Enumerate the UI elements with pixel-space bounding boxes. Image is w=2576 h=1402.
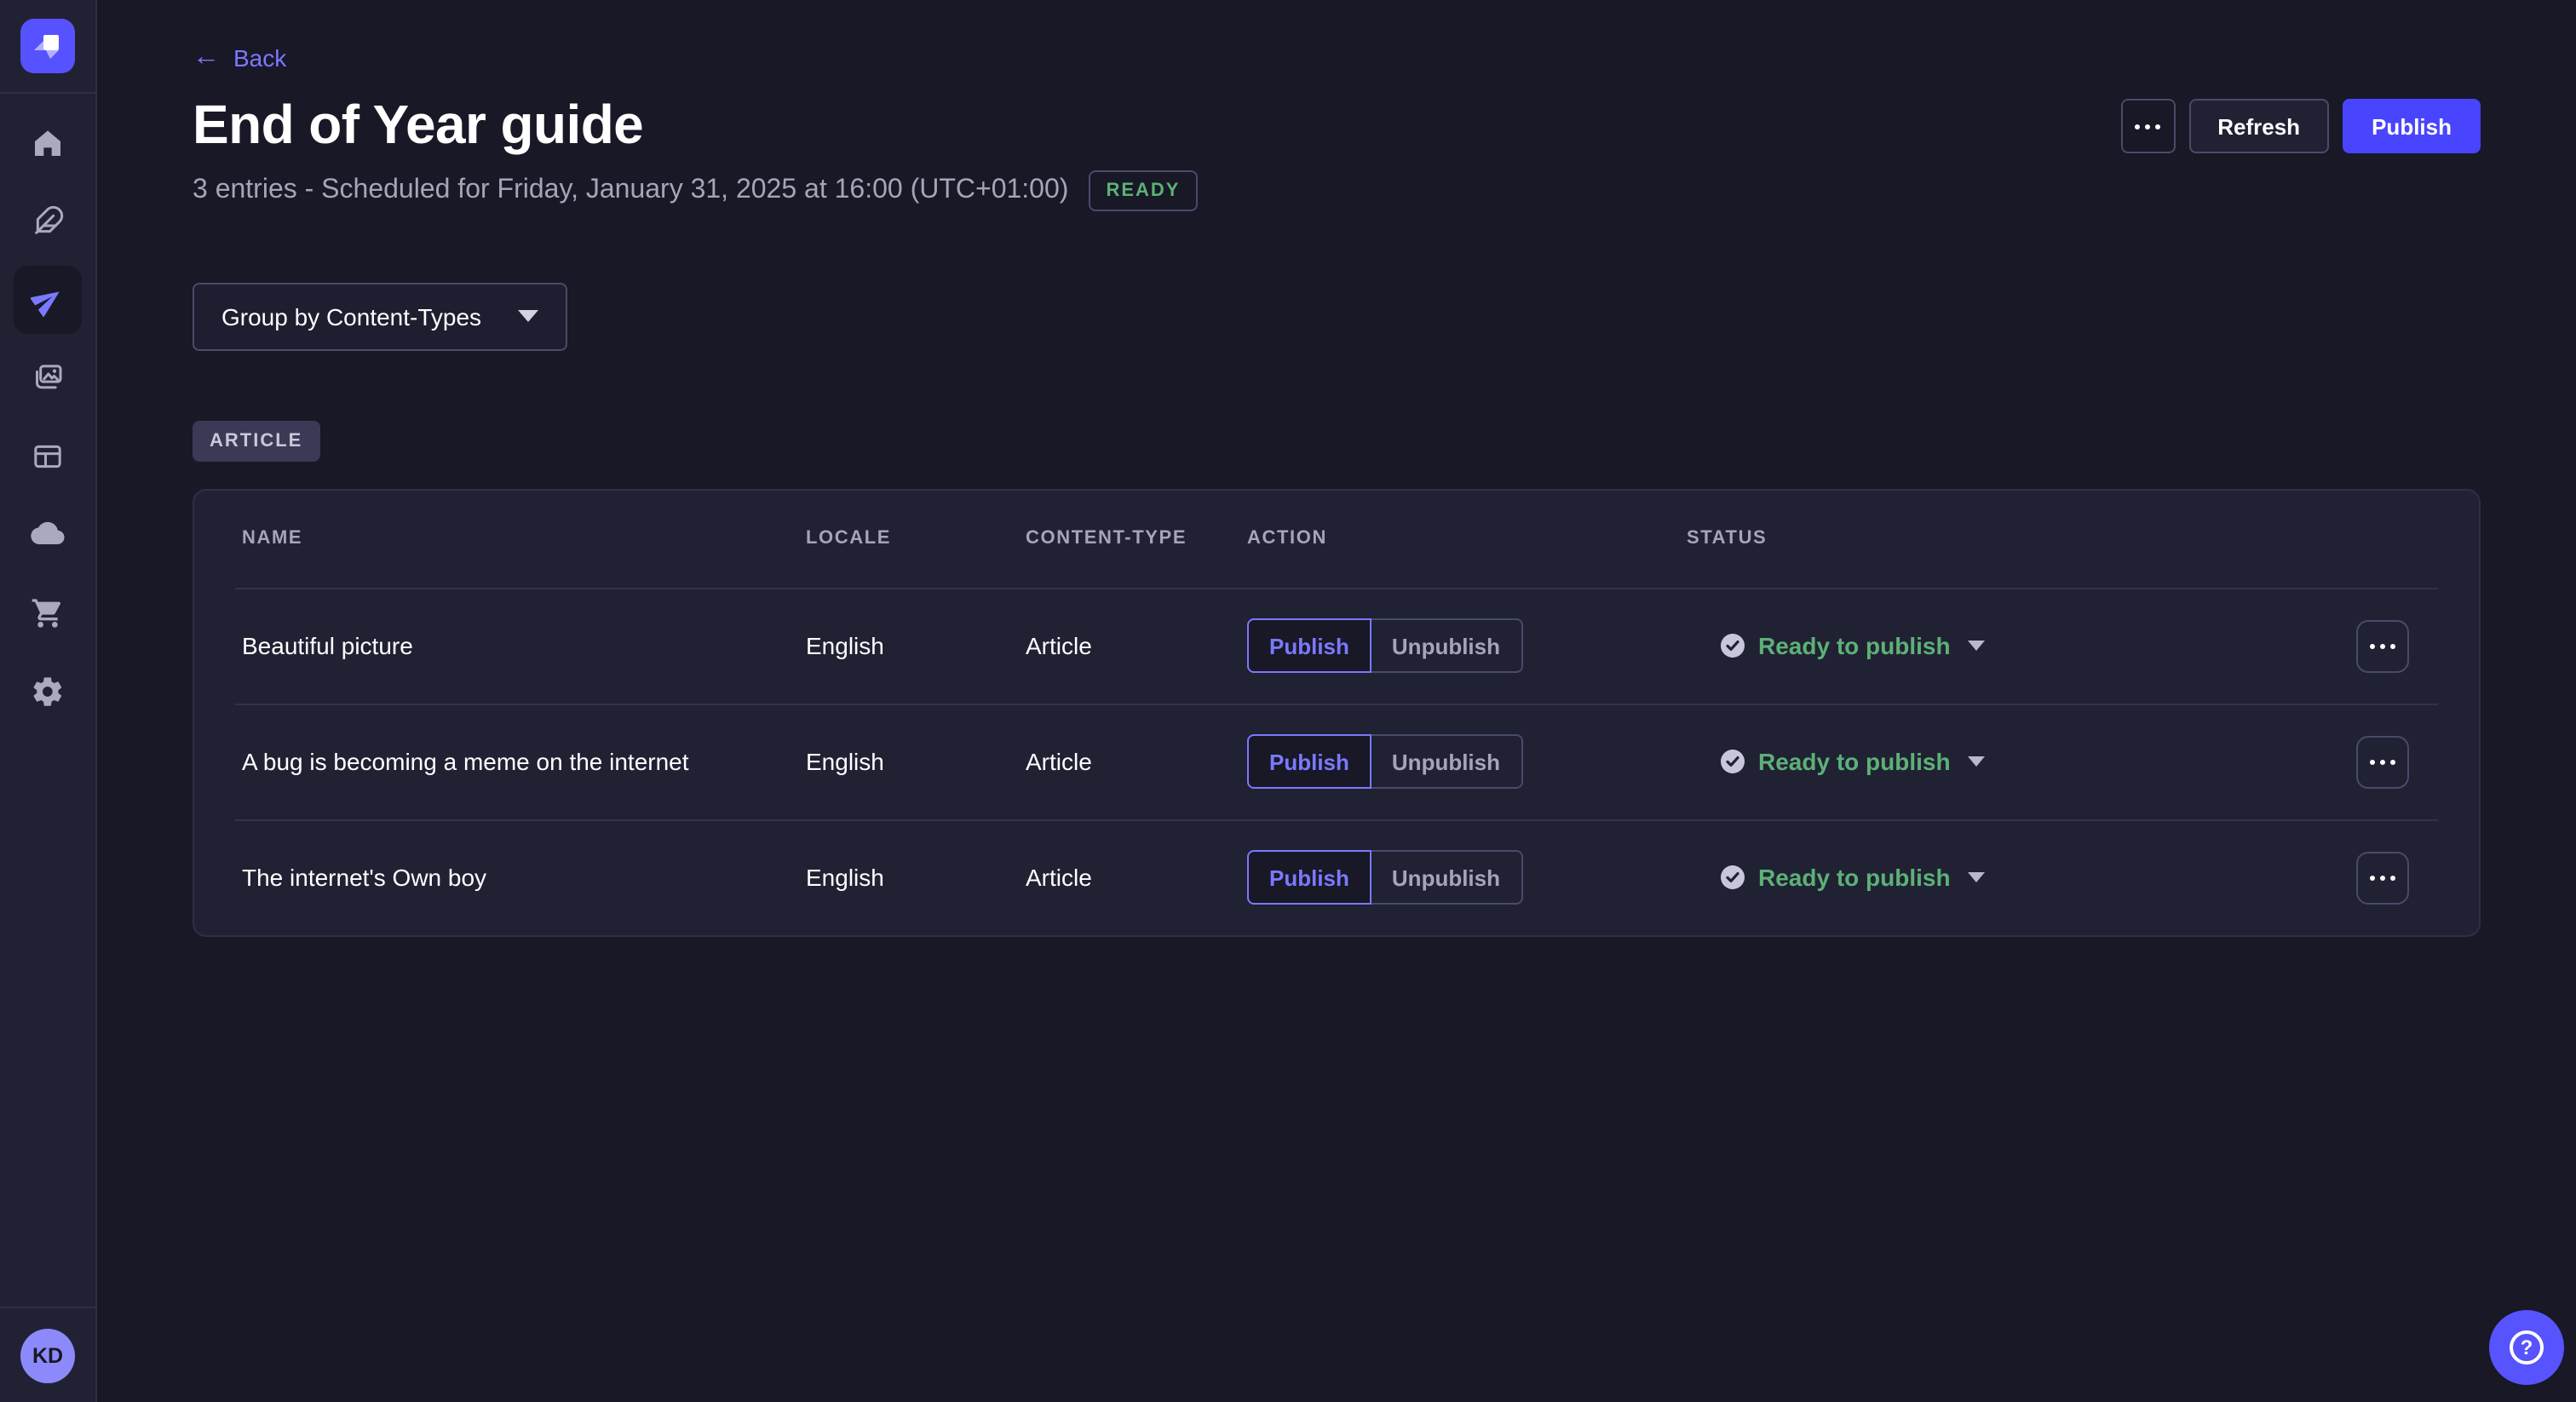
refresh-button[interactable]: Refresh xyxy=(2188,99,2329,153)
entry-action-cell: Publish Unpublish xyxy=(1247,619,1687,674)
more-options-icon xyxy=(2370,760,2395,765)
check-circle-icon xyxy=(1721,750,1745,774)
releases-icon xyxy=(31,283,65,317)
entry-status-dropdown[interactable]: Ready to publish xyxy=(1687,749,1985,776)
column-header-name: NAME xyxy=(235,529,806,549)
entry-content-type: Article xyxy=(1026,749,1247,776)
table-row: Beautiful picture English Article Publis… xyxy=(235,588,2438,704)
sidebar-nav xyxy=(14,94,82,726)
entry-locale: English xyxy=(806,749,1026,776)
help-button[interactable]: ? xyxy=(2489,1310,2564,1385)
column-header-action: ACTION xyxy=(1247,529,1687,549)
row-more-button[interactable] xyxy=(2356,736,2409,789)
back-row: ← Back xyxy=(193,0,2481,73)
logo-area xyxy=(0,0,95,94)
media-library-icon xyxy=(31,361,65,395)
sidebar-footer: KD xyxy=(0,1307,95,1402)
marketplace-icon xyxy=(31,596,65,630)
chevron-down-icon xyxy=(1968,641,1985,652)
entry-action-cell: Publish Unpublish xyxy=(1247,851,1687,905)
settings-icon xyxy=(31,675,65,709)
column-header-content-type: CONTENT-TYPE xyxy=(1026,529,1247,549)
entry-action-cell: Publish Unpublish xyxy=(1247,735,1687,790)
entries-table-panel: NAME LOCALE CONTENT-TYPE ACTION STATUS B… xyxy=(193,489,2481,937)
ready-status-badge: READY xyxy=(1089,170,1197,211)
main-content: ← Back End of Year guide Refresh Publish… xyxy=(97,0,2576,1402)
user-avatar[interactable]: KD xyxy=(20,1328,75,1382)
subtitle-row: 3 entries - Scheduled for Friday, Januar… xyxy=(193,170,2481,211)
strapi-logo-icon[interactable] xyxy=(20,19,75,73)
group-by-select[interactable]: Group by Content-Types xyxy=(193,283,567,351)
row-publish-button[interactable]: Publish xyxy=(1247,619,1371,674)
entry-status-label: Ready to publish xyxy=(1758,865,1951,892)
entry-content-type: Article xyxy=(1026,865,1247,892)
entry-name: The internet's Own boy xyxy=(235,865,806,892)
back-label: Back xyxy=(233,44,286,72)
row-more-button[interactable] xyxy=(2356,852,2409,905)
sidebar-item-marketplace[interactable] xyxy=(14,579,82,647)
back-link[interactable]: ← Back xyxy=(193,44,286,72)
publish-release-button[interactable]: Publish xyxy=(2343,99,2481,153)
help-icon: ? xyxy=(2510,1330,2544,1365)
column-header-status: STATUS xyxy=(1687,529,2356,549)
chevron-down-icon xyxy=(1968,757,1985,767)
entry-status-label: Ready to publish xyxy=(1758,749,1951,776)
row-publish-button[interactable]: Publish xyxy=(1247,735,1371,790)
entry-locale: English xyxy=(806,865,1026,892)
page-title: End of Year guide xyxy=(193,94,643,157)
row-unpublish-button[interactable]: Unpublish xyxy=(1371,619,1522,674)
app-window: KD ← Back End of Year guide Refresh Publ… xyxy=(0,0,2576,1402)
sidebar-item-media-library[interactable] xyxy=(14,344,82,412)
entry-content-type: Article xyxy=(1026,633,1247,660)
more-options-icon xyxy=(2370,644,2395,649)
entry-status-dropdown[interactable]: Ready to publish xyxy=(1687,633,1985,660)
entry-status-dropdown[interactable]: Ready to publish xyxy=(1687,865,1985,892)
more-options-icon xyxy=(2135,124,2160,129)
row-unpublish-button[interactable]: Unpublish xyxy=(1371,735,1522,790)
group-by-value: Group by Content-Types xyxy=(221,303,481,330)
cloud-icon xyxy=(31,518,65,552)
row-unpublish-button[interactable]: Unpublish xyxy=(1371,851,1522,905)
sidebar-item-settings[interactable] xyxy=(14,658,82,726)
entry-name: A bug is becoming a meme on the internet xyxy=(235,749,806,776)
back-arrow-icon: ← xyxy=(193,44,220,72)
row-more-button[interactable] xyxy=(2356,620,2409,673)
sidebar-item-cloud[interactable] xyxy=(14,501,82,569)
title-row: End of Year guide Refresh Publish xyxy=(193,94,2481,157)
check-circle-icon xyxy=(1721,635,1745,658)
row-publish-button[interactable]: Publish xyxy=(1247,851,1371,905)
chevron-down-icon xyxy=(518,311,538,323)
table-row: A bug is becoming a meme on the internet… xyxy=(235,704,2438,819)
entry-status-label: Ready to publish xyxy=(1758,633,1951,660)
release-subtitle: 3 entries - Scheduled for Friday, Januar… xyxy=(193,175,1068,206)
sidebar-item-releases[interactable] xyxy=(14,266,82,334)
sidebar-item-content-type-builder[interactable] xyxy=(14,422,82,491)
sidebar-item-content-manager[interactable] xyxy=(14,187,82,256)
more-options-icon xyxy=(2370,876,2395,881)
check-circle-icon xyxy=(1721,866,1745,890)
sidebar-item-home[interactable] xyxy=(14,109,82,177)
chevron-down-icon xyxy=(1968,873,1985,883)
sidebar: KD xyxy=(0,0,97,1402)
entry-name: Beautiful picture xyxy=(235,633,806,660)
table-row: The internet's Own boy English Article P… xyxy=(235,819,2438,935)
table-header-row: NAME LOCALE CONTENT-TYPE ACTION STATUS xyxy=(235,491,2438,588)
content-group-badge: ARTICLE xyxy=(193,421,319,462)
content-type-builder-icon xyxy=(31,440,65,474)
content-manager-icon xyxy=(31,204,65,238)
header-actions: Refresh Publish xyxy=(2120,99,2481,153)
strapi-logo-glyph xyxy=(27,26,68,66)
header-more-button[interactable] xyxy=(2120,99,2175,153)
entry-locale: English xyxy=(806,633,1026,660)
column-header-locale: LOCALE xyxy=(806,529,1026,549)
home-icon xyxy=(31,126,65,160)
